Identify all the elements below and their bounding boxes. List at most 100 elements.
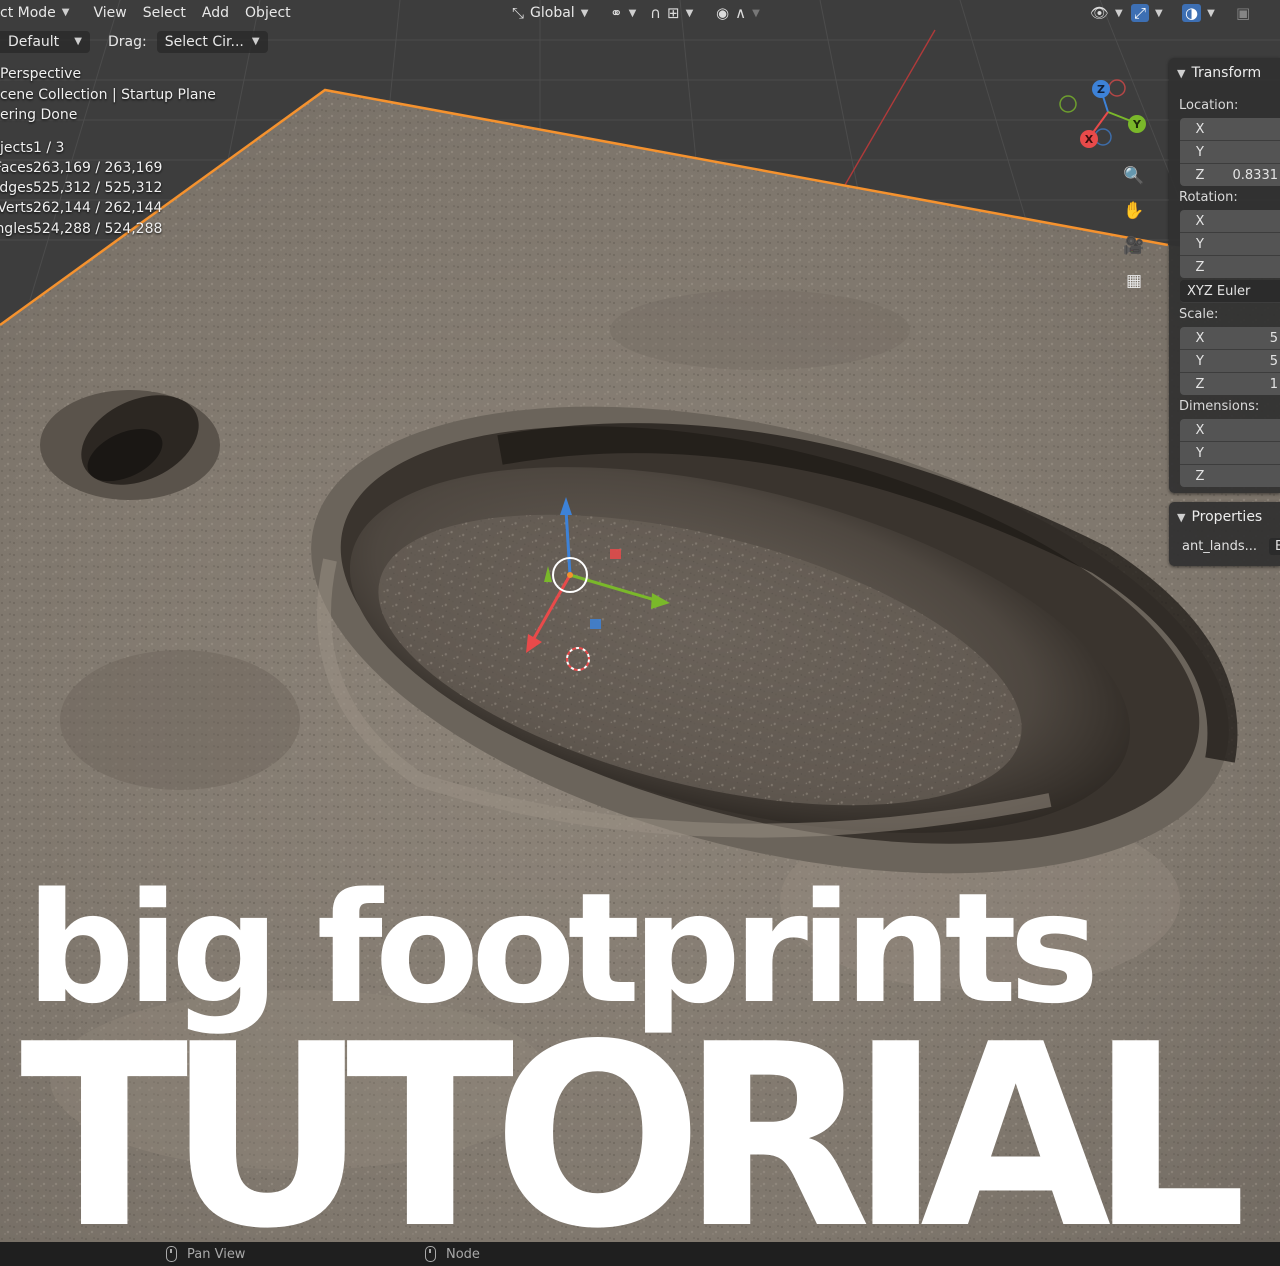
dimensions-x-field[interactable]: X: [1180, 419, 1280, 442]
location-z-field[interactable]: Z 0.8331: [1180, 164, 1280, 186]
dimensions-y-field[interactable]: Y: [1180, 442, 1280, 465]
rotation-y-field[interactable]: Y: [1180, 233, 1280, 256]
location-x-field[interactable]: X: [1180, 118, 1280, 141]
scale-y-field[interactable]: Y5: [1180, 350, 1280, 373]
chevron-down-icon: ▼: [251, 36, 260, 47]
xray-toggle[interactable]: ▣: [1236, 4, 1250, 22]
title-line-2: TUTORIAL: [20, 991, 1247, 1243]
chevron-down-icon: ▼: [1207, 7, 1215, 19]
mouse-icon: [166, 1246, 177, 1262]
pivot-link-icon: ⚭: [610, 4, 623, 22]
visibility-dropdown[interactable]: 👁 ▼: [1090, 4, 1123, 22]
custom-property-button[interactable]: E: [1269, 537, 1280, 555]
dimensions-z-field[interactable]: Z: [1180, 465, 1280, 487]
stat-key: Triangles: [0, 220, 33, 237]
axis-label: Y: [1196, 144, 1204, 160]
transform-panel-title: Transform: [1191, 65, 1262, 81]
snap-grid-icon[interactable]: ⊞: [667, 4, 680, 22]
chevron-down-icon: ▼: [580, 7, 589, 19]
mode-dropdown[interactable]: ct Mode ▼: [0, 1, 77, 25]
stat-value: 1 / 3: [33, 139, 65, 156]
snap-controls[interactable]: ∩ ⊞ ▼: [650, 4, 693, 22]
field-value: 0.8331: [1232, 167, 1279, 183]
menu-view[interactable]: View: [85, 1, 134, 25]
axis-label: X: [1195, 330, 1205, 346]
tool-settings-header: Default ▼ Drag: Select Cir... ▼: [0, 29, 268, 55]
drag-label: Drag:: [108, 34, 147, 50]
chevron-down-icon: ▼: [1155, 7, 1163, 19]
proportional-editing-icon[interactable]: ◉: [716, 4, 729, 22]
axis-label: Y: [1196, 353, 1204, 369]
pan-hand-icon[interactable]: ✋: [1118, 195, 1150, 226]
menu-add[interactable]: Add: [194, 1, 237, 25]
view-name: Perspective: [0, 66, 82, 82]
chevron-down-icon: ▼: [1177, 66, 1186, 80]
proportional-editing[interactable]: ◉ ∧ ▼: [716, 4, 760, 22]
stat-row: Verts 262,144 / 262,144: [0, 198, 216, 218]
field-value: 5: [1269, 330, 1278, 346]
orientation-preset-label: Default: [8, 34, 60, 50]
zoom-icon[interactable]: 🔍: [1118, 160, 1150, 191]
render-status: ering Done: [0, 107, 78, 123]
status-node: Node: [425, 1246, 480, 1262]
overlays-icon: ◑: [1182, 4, 1202, 22]
chevron-down-icon: ▼: [1177, 510, 1186, 524]
pivot-point-dropdown[interactable]: ⚭ ▼: [610, 4, 636, 22]
menu-select[interactable]: Select: [135, 1, 194, 25]
gizmo-toggle[interactable]: ⤢ ▼: [1131, 4, 1163, 22]
chevron-down-icon: ▼: [1115, 7, 1123, 19]
status-pan-view: Pan View: [166, 1246, 245, 1262]
properties-panel-header[interactable]: ▼ Properties: [1169, 502, 1280, 532]
3d-viewport[interactable]: Z Y X ct Mode ▼ View Select Add Object ⤡…: [0, 0, 1280, 1242]
axis-label: Z: [1195, 259, 1205, 275]
stat-key: Verts: [0, 200, 33, 217]
stat-value: 263,169 / 263,169: [33, 159, 163, 176]
scale-label: Scale:: [1179, 307, 1219, 322]
menu-object[interactable]: Object: [237, 1, 299, 25]
properties-panel-title: Properties: [1191, 509, 1263, 525]
location-y-field[interactable]: Y: [1180, 141, 1280, 164]
node-label: Node: [446, 1246, 480, 1262]
dimensions-label: Dimensions:: [1179, 399, 1260, 414]
chevron-down-icon: ▼: [74, 36, 82, 47]
stat-value: 524,288 / 524,288: [33, 220, 163, 237]
chevron-down-icon: ▼: [61, 7, 70, 18]
scale-x-field[interactable]: X5: [1180, 327, 1280, 350]
drag-tool-dropdown[interactable]: Select Cir... ▼: [156, 31, 268, 53]
collection-path: cene Collection | Startup Plane: [0, 86, 216, 103]
camera-icon[interactable]: 🎥: [1118, 230, 1150, 261]
axis-label: Y: [1196, 445, 1204, 461]
drag-tool-label: Select Cir...: [164, 34, 244, 50]
custom-property-name: ant_lands...: [1182, 538, 1258, 554]
snap-magnet-icon[interactable]: ∩: [650, 4, 661, 22]
stat-key: Objects: [0, 139, 33, 156]
eye-icon: 👁: [1090, 4, 1110, 22]
overlays-toggle[interactable]: ◑ ▼: [1182, 4, 1215, 22]
transform-orientation-dropdown[interactable]: ⤡ Global ▼: [512, 4, 588, 22]
rotation-z-field[interactable]: Z: [1180, 256, 1280, 278]
transform-panel-header[interactable]: ▼ Transform: [1169, 58, 1280, 88]
orientation-preset-dropdown[interactable]: Default ▼: [0, 31, 90, 53]
axis-label: Y: [1196, 236, 1204, 252]
sidebar-n-panel: ▼ Transform Location: X Y Z 0.8331 Rotati…: [1169, 58, 1280, 566]
scale-z-field[interactable]: Z1: [1180, 373, 1280, 395]
rotation-mode-label: XYZ Euler: [1187, 283, 1251, 299]
axis-label: Z: [1195, 167, 1205, 183]
stat-row: Triangles524,288 / 524,288: [0, 219, 216, 239]
rotation-mode-dropdown[interactable]: XYZ Euler: [1180, 280, 1280, 303]
falloff-curve-icon[interactable]: ∧: [735, 4, 746, 22]
field-value: 5: [1269, 353, 1278, 369]
custom-property-row: ant_lands... E: [1169, 532, 1280, 560]
axis-label: Z: [1195, 376, 1205, 392]
rotation-x-field[interactable]: X: [1180, 210, 1280, 233]
mode-label: ct Mode: [0, 5, 56, 21]
stat-value: 262,144 / 262,144: [33, 200, 163, 217]
stat-row: Objects1 / 3: [0, 138, 216, 158]
pan-view-label: Pan View: [187, 1246, 246, 1262]
viewport-text-overlay: Perspective cene Collection | Startup Pl…: [0, 64, 216, 239]
axis-label: X: [1195, 121, 1205, 137]
scene-statistics: Objects1 / 3 Faces263,169 / 263,169 Edge…: [0, 138, 216, 239]
gizmo-z-label: Z: [1097, 83, 1105, 96]
grid-perspective-icon[interactable]: ▦: [1118, 265, 1150, 296]
axis-label: Z: [1195, 468, 1205, 484]
